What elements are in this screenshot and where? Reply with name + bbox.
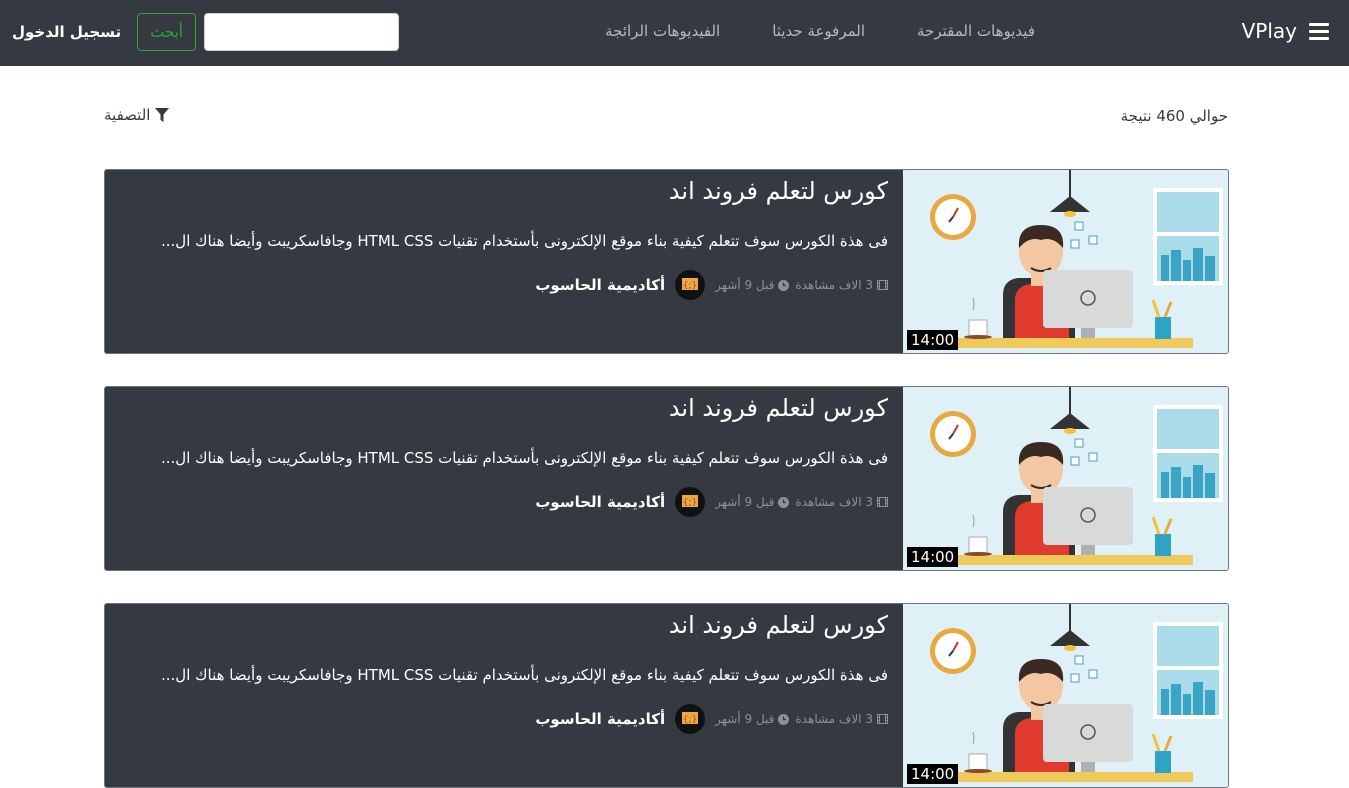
search-input[interactable] [204,13,400,51]
channel-name[interactable]: أكاديمية الحاسوب [535,276,665,294]
brand[interactable]: VPlay [1242,19,1329,43]
filter-funnel-icon [155,107,170,123]
video-card[interactable]: 14:00 كورس لتعلم فروند اند فى هذة الكورس س… [104,386,1229,571]
channel-avatar[interactable]: {;} [675,704,706,734]
video-thumbnail[interactable]: 14:00 [903,170,1228,353]
upload-time: قبل 9 أشهر [715,495,790,509]
video-title[interactable]: كورس لتعلم فروند اند [669,394,888,422]
video-description: فى هذة الكورس سوف تتعلم كيفية بناء موقع … [161,449,888,467]
upload-time: قبل 9 أشهر [715,278,790,292]
video-duration: 14:00 [907,764,959,784]
nav-link-suggested[interactable]: فيديوهات المقترحة [917,22,1035,40]
clock-icon [778,496,790,508]
video-meta: 3 الاف مشاهدة قبل 9 أشهر {;} أكاديمية الحاس… [535,270,888,300]
svg-text:{;}: {;} [683,715,697,725]
svg-text:{;}: {;} [683,498,697,508]
filter-label: التصفية [104,106,151,124]
channel-avatar[interactable]: {;} [675,270,706,300]
video-title[interactable]: كورس لتعلم فروند اند [669,611,888,639]
channel-name[interactable]: أكاديمية الحاسوب [535,493,665,511]
nav-links: فيديوهات المقترحة المرفوعة حديثا الفيديو… [605,22,1035,40]
search-button[interactable]: أبحث [137,13,197,51]
views-count: 3 الاف مشاهدة [795,712,888,726]
nav-actions: تسجيل الدخول أبحث [12,13,400,51]
video-meta: 3 الاف مشاهدة قبل 9 أشهر {;} أكاديمية الحاس… [535,704,888,734]
video-info: كورس لتعلم فروند اند فى هذة الكورس سوف تت… [118,387,888,570]
login-link[interactable]: تسجيل الدخول [12,23,121,41]
video-title[interactable]: كورس لتعلم فروند اند [669,177,888,205]
results-count: حوالي 460 نتيجة [1120,107,1228,125]
views-count: 3 الاف مشاهدة [795,278,888,292]
video-meta: 3 الاف مشاهدة قبل 9 أشهر {;} أكاديمية الحاس… [535,487,888,517]
hamburger-menu-icon[interactable] [1309,22,1329,40]
video-card[interactable]: 14:00 كورس لتعلم فروند اند فى هذة الكورس س… [104,169,1229,354]
film-icon [877,280,888,290]
channel-avatar[interactable]: {;} [675,487,706,517]
clock-icon [778,279,790,291]
video-duration: 14:00 [907,330,959,350]
film-icon [877,497,888,507]
video-info: كورس لتعلم فروند اند فى هذة الكورس سوف تت… [118,604,888,787]
nav-link-trending[interactable]: الفيديوهات الرائجة [605,22,720,40]
video-thumbnail[interactable]: 14:00 [903,387,1228,570]
video-card[interactable]: 14:00 كورس لتعلم فروند اند فى هذة الكورس س… [104,603,1229,788]
top-navbar: VPlay فيديوهات المقترحة المرفوعة حديثا ا… [0,0,1349,66]
channel-name[interactable]: أكاديمية الحاسوب [535,710,665,728]
filter-button[interactable]: التصفية [104,106,170,124]
video-description: فى هذة الكورس سوف تتعلم كيفية بناء موقع … [161,232,888,250]
brand-name[interactable]: VPlay [1242,19,1297,43]
video-duration: 14:00 [907,547,959,567]
nav-link-recent[interactable]: المرفوعة حديثا [772,22,865,40]
video-description: فى هذة الكورس سوف تتعلم كيفية بناء موقع … [161,666,888,684]
film-icon [877,714,888,724]
svg-text:{;}: {;} [683,281,697,291]
clock-icon [778,713,790,725]
video-thumbnail[interactable]: 14:00 [903,604,1228,787]
upload-time: قبل 9 أشهر [715,712,790,726]
video-info: كورس لتعلم فروند اند فى هذة الكورس سوف تت… [118,170,888,353]
views-count: 3 الاف مشاهدة [795,495,888,509]
